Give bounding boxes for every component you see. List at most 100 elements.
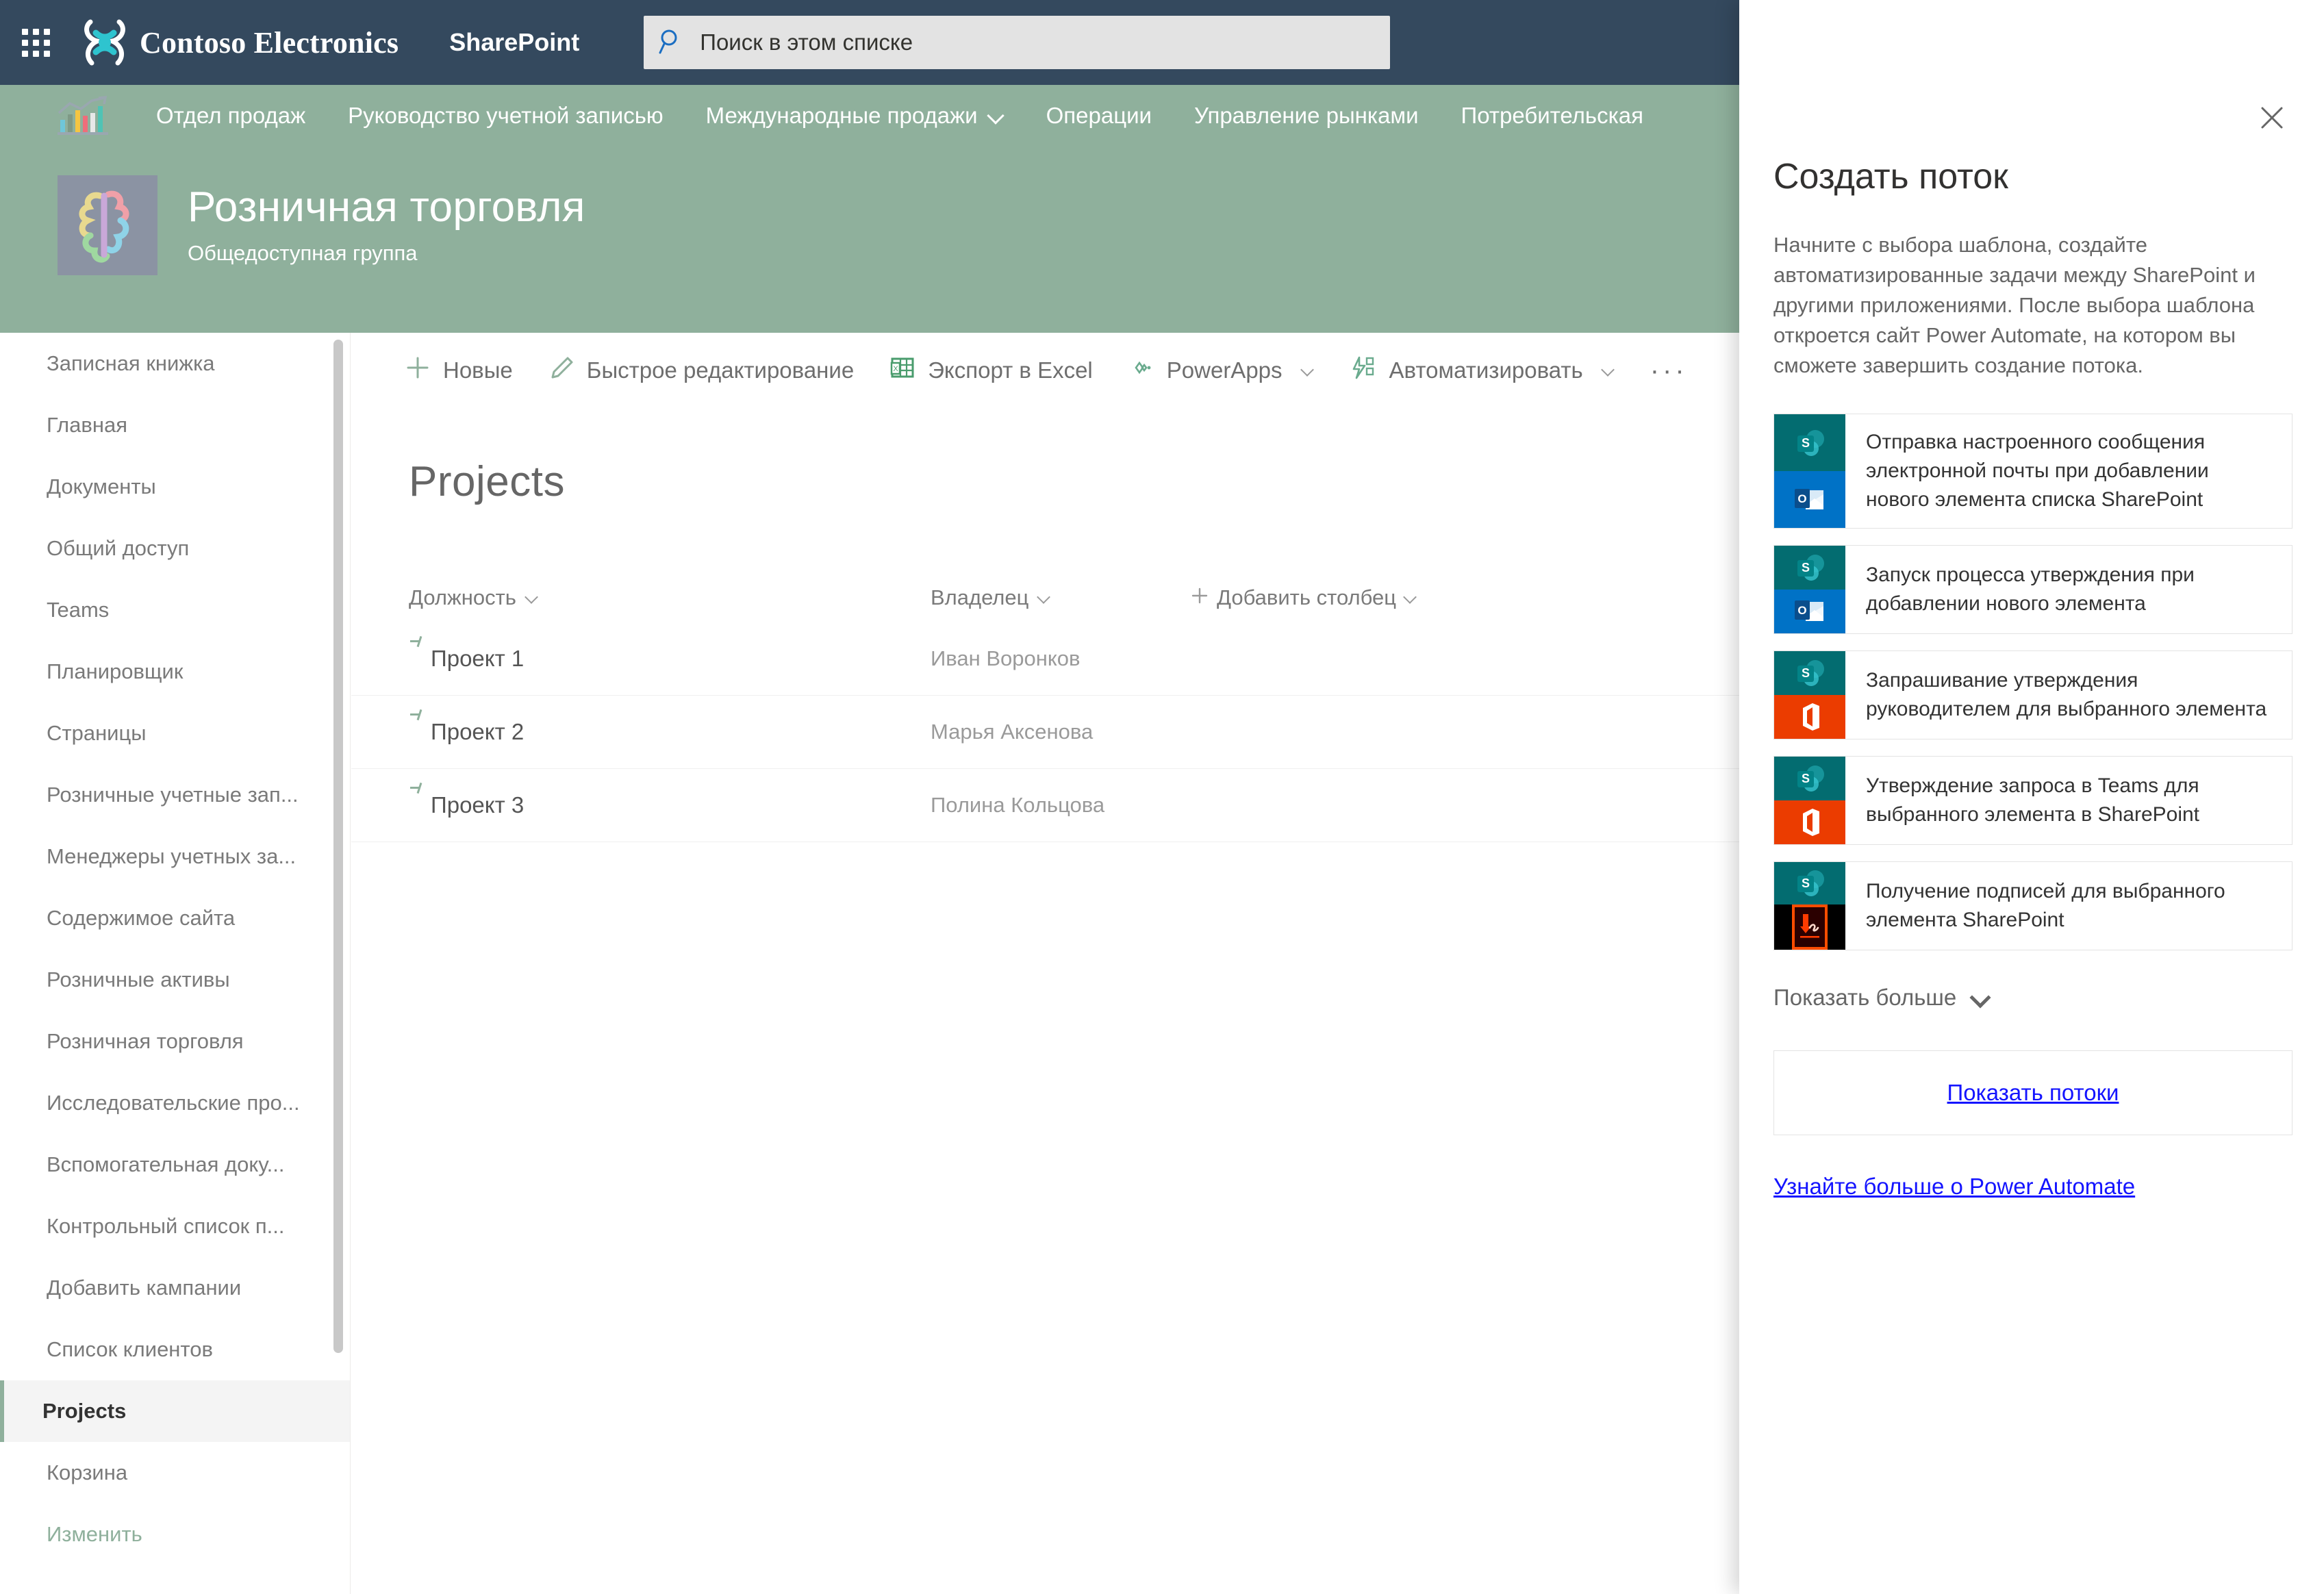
site-nav-item-1[interactable]: Руководство учетной записью bbox=[348, 103, 664, 129]
site-nav-label-0: Отдел продаж bbox=[156, 103, 306, 128]
quick-edit-label: Быстрое редактирование bbox=[586, 357, 855, 383]
template-icons: S bbox=[1774, 757, 1845, 845]
suite-app-name[interactable]: SharePoint bbox=[449, 28, 579, 57]
chevron-down-icon bbox=[1038, 592, 1050, 604]
sharepoint-icon: S bbox=[1774, 546, 1845, 590]
list-area: Projects Должность Владелец Добавить сто… bbox=[351, 408, 1740, 1594]
sidebar-label: Страницы bbox=[47, 721, 147, 745]
sidebar-item-retail-trade[interactable]: Розничная торговля bbox=[0, 1011, 350, 1072]
sidebar-item-teams[interactable]: Teams bbox=[0, 579, 350, 641]
template-label: Утверждение запроса в Teams для выбранно… bbox=[1866, 774, 2200, 826]
sidebar-scrollbar[interactable] bbox=[333, 340, 343, 1353]
column-header-owner[interactable]: Владелец bbox=[931, 585, 1191, 610]
export-excel-button[interactable]: X Экспорт в Excel bbox=[889, 355, 1093, 386]
adobe-sign-icon bbox=[1774, 904, 1845, 950]
sharepoint-icon: S bbox=[1774, 651, 1845, 696]
sidebar-item-supporting-docs[interactable]: Вспомогательная доку... bbox=[0, 1134, 350, 1196]
table-row[interactable]: Проект 2 Марья Аксенова bbox=[351, 696, 1740, 769]
chevron-down-icon bbox=[1602, 364, 1615, 377]
sidebar-item-research-projects[interactable]: Исследовательские про... bbox=[0, 1072, 350, 1134]
sidebar-item-pages[interactable]: Страницы bbox=[0, 703, 350, 764]
list-table: Должность Владелец Добавить столбец Прое… bbox=[351, 573, 1740, 842]
command-bar: Новые Быстрое редактирование X Экспорт в… bbox=[351, 333, 1740, 408]
sharepoint-icon: S bbox=[1774, 757, 1845, 801]
sidebar-item-add-campaigns[interactable]: Добавить кампании bbox=[0, 1257, 350, 1319]
sidebar-item-site-contents[interactable]: Содержимое сайта bbox=[0, 887, 350, 949]
site-nav-item-3[interactable]: Операции bbox=[1046, 103, 1152, 129]
column-header-title[interactable]: Должность bbox=[409, 585, 931, 610]
sidebar-label: Розничная торговля bbox=[47, 1029, 244, 1053]
table-row[interactable]: Проект 3 Полина Кольцова bbox=[351, 769, 1740, 842]
sidebar-label: Корзина bbox=[47, 1460, 128, 1484]
chevron-down-icon bbox=[1971, 989, 1989, 1007]
sidebar-item-notebook[interactable]: Записная книжка bbox=[0, 333, 350, 394]
powerapps-icon bbox=[1128, 355, 1154, 386]
app-launcher-button[interactable] bbox=[0, 0, 71, 85]
template-card-0[interactable]: S O Отправка настроенного сообщения элек… bbox=[1773, 414, 2293, 529]
close-icon[interactable] bbox=[2250, 96, 2294, 140]
search-input[interactable]: Поиск в этом списке bbox=[644, 16, 1391, 69]
new-button[interactable]: Новые bbox=[405, 355, 513, 386]
sidebar-item-documents[interactable]: Документы bbox=[0, 456, 350, 518]
sidebar-item-edit[interactable]: Изменить bbox=[0, 1504, 350, 1565]
add-column-button[interactable]: Добавить столбец bbox=[1191, 585, 1417, 610]
sidebar-item-recycle-bin[interactable]: Корзина bbox=[0, 1442, 350, 1504]
template-card-1[interactable]: S O Запуск процесса утверждения при доба… bbox=[1773, 545, 2293, 635]
template-label: Запуск процесса утверждения при добавлен… bbox=[1866, 564, 2195, 616]
table-row[interactable]: Проект 1 Иван Воронков bbox=[351, 622, 1740, 696]
chevron-down-icon bbox=[1404, 592, 1417, 604]
chevron-down-icon bbox=[526, 592, 538, 604]
sidebar-item-client-list[interactable]: Список клиентов bbox=[0, 1319, 350, 1380]
site-nav-label-1: Руководство учетной записью bbox=[348, 103, 664, 128]
automate-label: Автоматизировать bbox=[1389, 357, 1583, 383]
flow-icon bbox=[1350, 355, 1377, 386]
show-more-button[interactable]: Показать больше bbox=[1739, 967, 2324, 1011]
template-card-2[interactable]: S Запрашивание утверждения руководителем… bbox=[1773, 650, 2293, 740]
sidebar-item-planner[interactable]: Планировщик bbox=[0, 641, 350, 703]
site-nav-item-5[interactable]: Потребительская bbox=[1461, 103, 1643, 129]
sidebar-item-sharing[interactable]: Общий доступ bbox=[0, 518, 350, 579]
sidebar-item-projects[interactable]: Projects bbox=[0, 1380, 350, 1442]
contoso-logo-icon bbox=[81, 18, 129, 67]
sidebar-label: Содержимое сайта bbox=[47, 906, 236, 930]
template-label: Отправка настроенного сообщения электрон… bbox=[1866, 431, 2209, 511]
template-card-3[interactable]: S Утверждение запроса в Teams для выбран… bbox=[1773, 756, 2293, 846]
sidebar-label: Изменить bbox=[47, 1522, 142, 1546]
column-label: Добавить столбец bbox=[1217, 585, 1397, 609]
automate-button[interactable]: Автоматизировать bbox=[1350, 355, 1615, 386]
brand-name[interactable]: Contoso Electronics bbox=[140, 25, 399, 60]
site-nav-item-2[interactable]: Международные продажи bbox=[706, 103, 1004, 129]
site-nav-item-0[interactable]: Отдел продаж bbox=[156, 103, 305, 129]
overflow-button[interactable]: ··· bbox=[1650, 355, 1688, 386]
powerapps-button[interactable]: PowerApps bbox=[1128, 355, 1314, 386]
sidebar-label: Главная bbox=[47, 413, 127, 437]
sidebar-item-retail-accounts[interactable]: Розничные учетные зап... bbox=[0, 764, 350, 826]
panel-description: Начните с выбора шаблона, создайте автом… bbox=[1773, 233, 2256, 378]
sidebar-item-home[interactable]: Главная bbox=[0, 394, 350, 456]
sidebar-label: Контрольный список п... bbox=[47, 1214, 285, 1238]
search-icon bbox=[659, 28, 685, 58]
site-chart-logo-icon bbox=[55, 95, 114, 136]
template-icons: S O bbox=[1774, 414, 1845, 529]
list-item-icon bbox=[409, 709, 428, 733]
row-title-text: Проект 1 bbox=[431, 646, 525, 671]
quick-edit-button[interactable]: Быстрое редактирование bbox=[548, 355, 854, 386]
list-item-icon bbox=[409, 783, 428, 806]
list-item-icon bbox=[409, 636, 428, 659]
sidebar-label: Планировщик bbox=[47, 659, 184, 683]
left-navigation: Записная книжка Главная Документы Общий … bbox=[0, 333, 351, 1594]
new-button-label: Новые bbox=[443, 357, 513, 383]
learn-more-link[interactable]: Узнайте больше о Power Automate bbox=[1773, 1174, 2135, 1200]
sidebar-item-account-managers[interactable]: Менеджеры учетных за... bbox=[0, 826, 350, 887]
column-label: Владелец bbox=[931, 585, 1029, 609]
sidebar-item-checklist[interactable]: Контрольный список п... bbox=[0, 1196, 350, 1257]
pencil-icon bbox=[548, 355, 574, 386]
site-nav-item-4[interactable]: Управление рынками bbox=[1194, 103, 1419, 129]
svg-text:S: S bbox=[1802, 876, 1810, 890]
template-card-4[interactable]: S Получение подписей для выбранного элем… bbox=[1773, 861, 2293, 951]
sidebar-label: Розничные активы bbox=[47, 967, 230, 991]
sidebar-label: Менеджеры учетных за... bbox=[47, 844, 296, 868]
create-flow-panel: Создать поток Начните с выбора шаблона, … bbox=[1739, 0, 2324, 1594]
show-flows-link[interactable]: Показать потоки bbox=[1947, 1080, 2119, 1106]
sidebar-item-retail-assets[interactable]: Розничные активы bbox=[0, 949, 350, 1011]
